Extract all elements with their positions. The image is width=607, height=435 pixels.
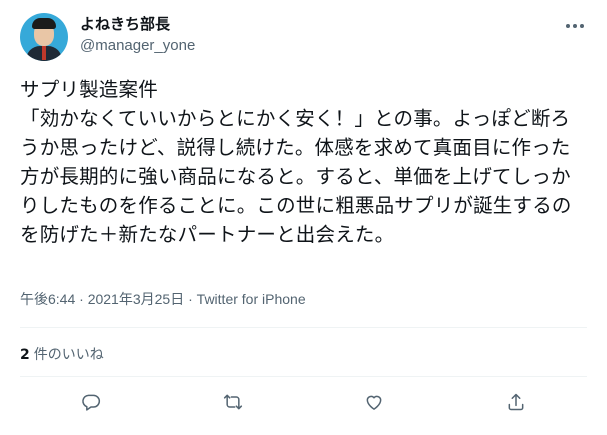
share-icon[interactable] [504,390,528,414]
tweet-text: サプリ製造案件 「効かなくていいからとにかく安く！」との事。よっぽど断ろうか思っ… [20,78,572,246]
tweet-meta: 午後6:44 · 2021年3月25日 · Twitter for iPhone [20,289,306,309]
user-handle[interactable]: @manager_yone [80,36,195,56]
more-dots-icon[interactable] [563,16,587,36]
meta-separator: · [75,291,88,307]
avatar-tie [42,46,46,60]
retweet-icon[interactable] [221,390,245,414]
divider [20,327,587,328]
tweet-source[interactable]: Twitter for iPhone [197,291,306,307]
avatar-hair [32,18,56,29]
reply-icon[interactable] [79,390,103,414]
meta-separator: · [184,291,197,307]
tweet-card: よねきち部長 @manager_yone サプリ製造案件 「効かなくていいからと… [0,0,607,435]
avatar[interactable] [20,13,68,61]
tweet-date[interactable]: 2021年3月25日 [88,291,185,307]
likes-label: 件のいいね [33,347,104,363]
heart-icon[interactable] [362,390,386,414]
tweet-time[interactable]: 午後6:44 [20,291,75,307]
action-bar [20,388,587,416]
divider [20,376,587,377]
display-name[interactable]: よねきち部長 [80,14,170,34]
likes-count[interactable]: 2 件のいいね [20,345,104,365]
likes-number: 2 [20,347,30,363]
